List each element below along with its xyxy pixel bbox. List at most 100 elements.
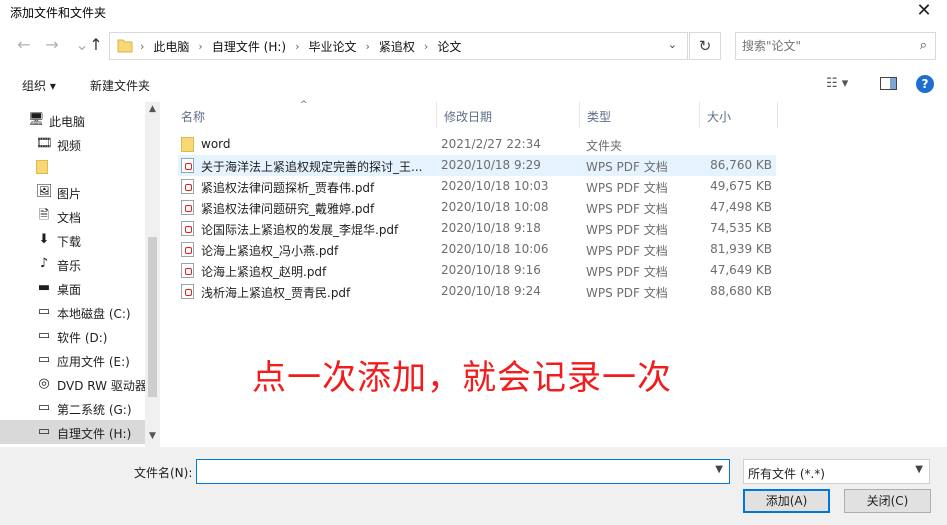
drive-icon: ▭ <box>37 328 51 343</box>
file-date: 2020/10/18 9:16 <box>441 263 541 277</box>
drive-icon: ▭ <box>37 424 51 439</box>
column-header-name[interactable]: 名称 <box>174 102 437 128</box>
breadcrumb-separator-icon[interactable]: › <box>424 40 428 53</box>
folder-icon <box>181 137 194 152</box>
scroll-up-icon[interactable]: ▲ <box>145 104 160 118</box>
file-name: 浅析海上紧追权_贾青民.pdf <box>201 286 351 300</box>
download-icon: ⬇ <box>38 232 50 247</box>
close-icon[interactable]: ✕ <box>901 0 947 24</box>
music-icon: ♪ <box>39 256 49 271</box>
sidebar-item[interactable]: ▭ 应用文件 (E:) <box>0 348 145 372</box>
search-icon[interactable]: ⌕ <box>920 38 927 53</box>
file-size: 81,939 KB <box>710 242 772 256</box>
file-size: 47,649 KB <box>710 263 772 277</box>
column-header-size[interactable]: 大小 <box>700 102 778 128</box>
file-row[interactable]: 关于海洋法上紧追权规定完善的探讨_王... 2020/10/18 9:29 WPS … <box>178 155 776 176</box>
breadcrumb-item[interactable]: 自理文件 (H:) <box>212 38 286 55</box>
column-header-type[interactable]: 类型 <box>580 102 700 128</box>
chevron-down-icon[interactable]: ▼ <box>715 464 723 475</box>
file-name: 论海上紧追权_赵明.pdf <box>201 265 327 279</box>
sidebar-item-label: 下载 <box>57 235 82 249</box>
close-button[interactable]: 关闭(C) <box>844 489 931 513</box>
file-row[interactable]: 浅析海上紧追权_贾青民.pdf 2020/10/18 9:24 WPS PDF 文档… <box>178 281 776 302</box>
search-input[interactable] <box>742 38 902 54</box>
sidebar-item[interactable]: ▭ 自理文件 (H:) <box>0 420 145 444</box>
file-row[interactable]: 论海上紧追权_冯小燕.pdf 2020/10/18 10:06 WPS PDF 文档… <box>178 239 776 260</box>
filename-field[interactable]: ▼ <box>196 459 730 484</box>
sidebar-item[interactable]: ▬ 桌面 <box>0 276 145 300</box>
filename-label: 文件名(N): <box>134 466 193 480</box>
back-arrow-icon[interactable]: ← <box>12 34 36 58</box>
sidebar-item-label: 自理文件 (H:) <box>57 427 132 441</box>
breadcrumb-separator-icon[interactable]: › <box>140 40 144 53</box>
file-row[interactable]: 紧追权法律问题探析_贾春伟.pdf 2020/10/18 10:03 WPS PDF… <box>178 176 776 197</box>
sidebar-item[interactable]: ▭ 本地磁盘 (C:) <box>0 300 145 324</box>
sidebar-item[interactable]: 🖼 图片 <box>0 180 145 204</box>
sidebar-item[interactable]: ▭ 第二系统 (G:) <box>0 396 145 420</box>
chevron-down-icon[interactable]: ▼ <box>915 464 923 475</box>
sidebar-item[interactable]: ◎ DVD RW 驱动器 <box>0 372 147 396</box>
column-header-date[interactable]: 修改日期 <box>437 102 580 128</box>
up-arrow-icon[interactable]: ↑ <box>84 34 108 58</box>
sidebar-item[interactable]: 🗎 文档 <box>0 204 145 228</box>
file-row[interactable]: 论海上紧追权_赵明.pdf 2020/10/18 9:16 WPS PDF 文档 47… <box>178 260 776 281</box>
sidebar-item-label: 应用文件 (E:) <box>57 355 130 369</box>
sidebar-item[interactable]: 🖥 此电脑 <box>0 108 145 132</box>
file-name: word <box>201 137 231 151</box>
refresh-button[interactable]: ↻ <box>689 32 721 60</box>
view-options-icon[interactable]: ☷ ▾ <box>826 76 848 91</box>
pdf-file-icon <box>181 179 194 194</box>
file-row[interactable]: word 2021/2/27 22:34 文件夹 <box>178 134 776 155</box>
file-row[interactable]: 紧追权法律问题研究_戴雅婷.pdf 2020/10/18 10:08 WPS PDF… <box>178 197 776 218</box>
window-title: 添加文件和文件夹 <box>10 6 107 20</box>
breadcrumb-separator-icon[interactable]: › <box>366 40 370 53</box>
footer-bar: 文件名(N): ▼ 所有文件 (*.*) ▼ 添加(A) 关闭(C) <box>0 447 947 525</box>
breadcrumb-item[interactable]: 此电脑 <box>153 38 189 55</box>
address-field[interactable]: › 此电脑 › 自理文件 (H:) › 毕业论文 › 紧追权 › 论文 ⌄ <box>109 32 688 60</box>
sidebar-item[interactable]: 🎞 视频 <box>0 132 145 156</box>
sidebar-item-label: 文档 <box>57 211 82 225</box>
drive-icon: ▭ <box>37 400 51 415</box>
organize-button[interactable]: 组织 ▾ <box>22 77 56 94</box>
file-type: WPS PDF 文档 <box>586 244 668 258</box>
scroll-down-icon[interactable]: ▼ <box>145 431 160 445</box>
forward-arrow-icon[interactable]: → <box>40 34 64 58</box>
address-dropdown-icon[interactable]: ⌄ <box>668 38 677 51</box>
sidebar-item[interactable]: ♪ 音乐 <box>0 252 145 276</box>
file-type: WPS PDF 文档 <box>586 202 668 216</box>
filename-input[interactable] <box>201 464 701 480</box>
add-button[interactable]: 添加(A) <box>743 489 830 513</box>
breadcrumb-item[interactable]: 紧追权 <box>379 38 415 55</box>
sidebar-item-label: 视频 <box>57 139 82 153</box>
file-row[interactable]: 论国际法上紧追权的发展_李焜华.pdf 2020/10/18 9:18 WPS PD… <box>178 218 776 239</box>
sidebar-scrollbar[interactable]: ▲ ▼ <box>145 102 160 447</box>
file-date: 2020/10/18 9:24 <box>441 284 541 298</box>
file-name: 紧追权法律问题研究_戴雅婷.pdf <box>201 202 375 216</box>
sidebar-item[interactable]: ⬇ 下载 <box>0 228 145 252</box>
file-date: 2020/10/18 10:08 <box>441 200 549 214</box>
file-type: 文件夹 <box>586 139 623 153</box>
sidebar-item-label: 此电脑 <box>49 115 86 129</box>
preview-pane-icon[interactable] <box>880 77 897 90</box>
sidebar-item-label: 图片 <box>57 187 82 201</box>
sidebar-item-label: 本地磁盘 (C:) <box>57 307 131 321</box>
sidebar-item[interactable]: 📁 <box>0 156 145 180</box>
search-box[interactable]: ⌕ <box>735 32 936 60</box>
breadcrumb-separator-icon[interactable]: › <box>295 40 299 53</box>
breadcrumb-item[interactable]: 毕业论文 <box>308 38 356 55</box>
file-size: 47,498 KB <box>710 200 772 214</box>
sidebar-item-label: 软件 (D:) <box>57 331 108 345</box>
file-date: 2021/2/27 22:34 <box>441 137 541 151</box>
folder-icon: 📁 <box>36 160 48 174</box>
file-type-select[interactable]: 所有文件 (*.*) ▼ <box>743 459 930 484</box>
documents-icon: 🗎 <box>38 208 50 223</box>
scrollbar-thumb[interactable] <box>148 237 157 397</box>
pdf-file-icon <box>181 200 194 215</box>
breadcrumb-separator-icon[interactable]: › <box>198 40 202 53</box>
sidebar-item[interactable]: ▭ 软件 (D:) <box>0 324 145 348</box>
new-folder-button[interactable]: 新建文件夹 <box>90 77 150 94</box>
sidebar-item-label: DVD RW 驱动器 <box>57 379 147 393</box>
breadcrumb-item[interactable]: 论文 <box>437 38 461 55</box>
pdf-file-icon <box>181 158 194 173</box>
help-icon[interactable]: ? <box>916 75 934 93</box>
